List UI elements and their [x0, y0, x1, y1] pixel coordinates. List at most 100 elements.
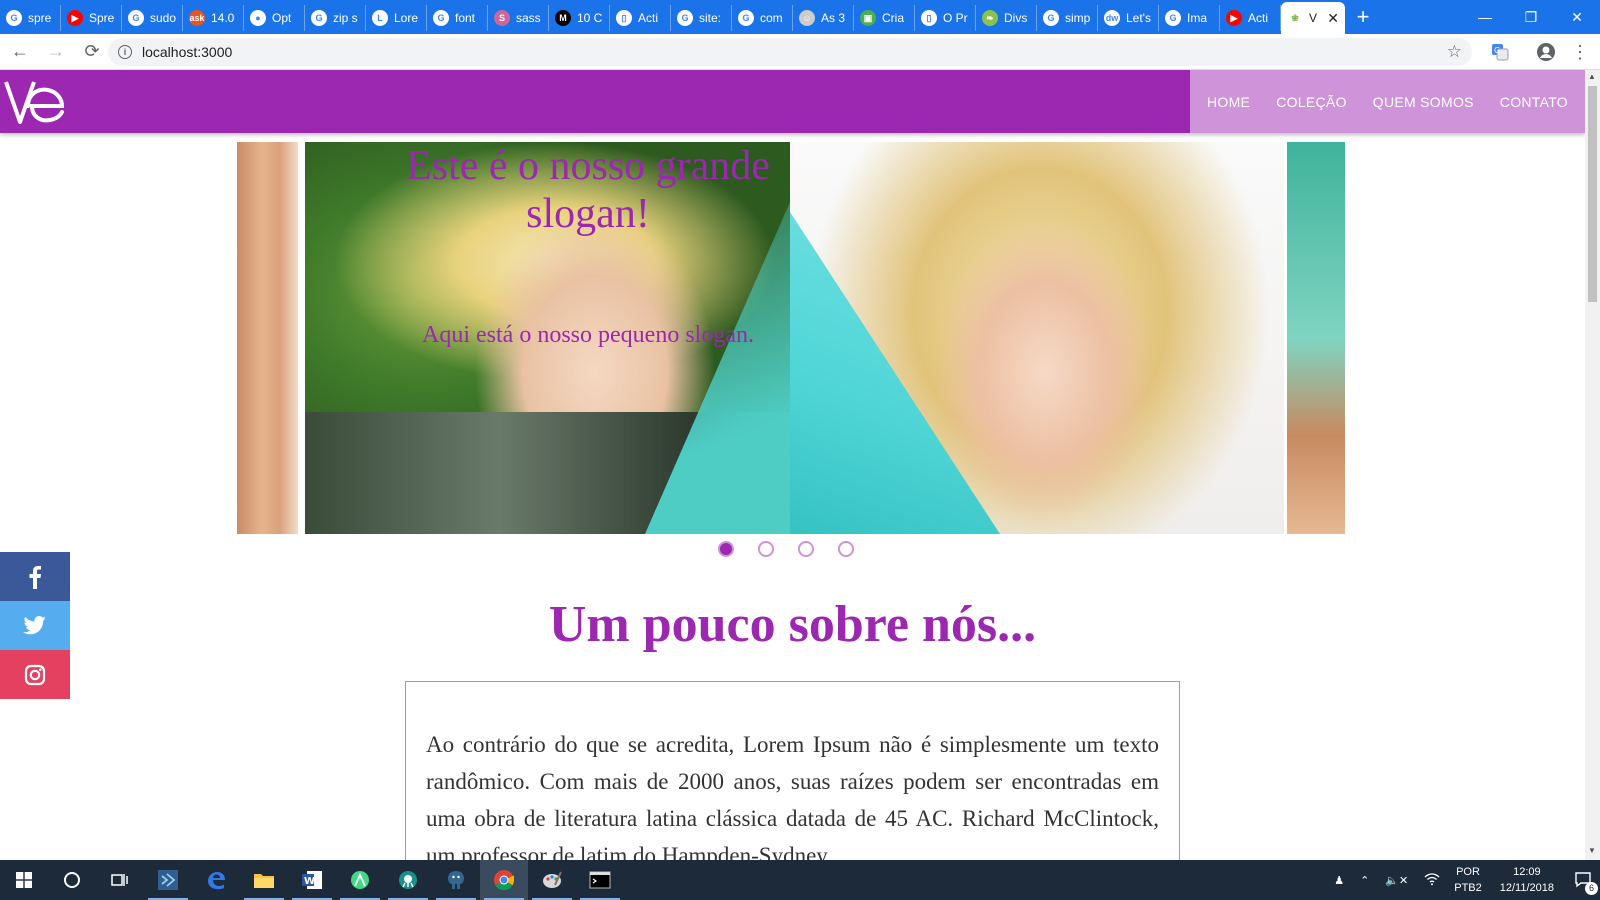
chrome-button[interactable] — [480, 860, 528, 900]
scroll-up-arrow-icon[interactable]: ▲ — [1588, 72, 1596, 81]
menu-icon[interactable]: ⋮ — [1566, 38, 1594, 66]
keyboard-layout: PTB2 — [1454, 882, 1482, 894]
avatar-icon: ☺ — [799, 10, 815, 26]
browser-tab[interactable]: Gfont — [427, 5, 488, 31]
carousel-dot[interactable] — [758, 541, 774, 557]
wifi-icon[interactable] — [1424, 872, 1440, 889]
paint-button[interactable] — [528, 860, 576, 900]
tab-title: Let's — [1126, 11, 1151, 25]
android-studio-button[interactable] — [336, 860, 384, 900]
browser-tab[interactable]: ❧ Divs — [976, 5, 1037, 31]
action-center-button[interactable]: 6 — [1574, 870, 1598, 895]
ve-logo[interactable] — [4, 76, 70, 128]
browser-tab[interactable]: Gsimp — [1037, 5, 1098, 31]
edge-button[interactable] — [192, 860, 240, 900]
browser-tab[interactable]: M 10 C — [549, 5, 610, 31]
nav-contato-link[interactable]: CONTATO — [1500, 94, 1568, 110]
close-tab-icon[interactable]: ✕ — [1327, 10, 1339, 27]
browser-tab[interactable]: L Lore — [366, 5, 427, 31]
browser-tab[interactable]: ▶ Spre — [61, 5, 122, 31]
nav-home-link[interactable]: HOME — [1207, 94, 1250, 110]
minimize-button[interactable]: — — [1462, 0, 1508, 34]
bookmark-star-icon[interactable]: ☆ — [1447, 42, 1462, 62]
clock-date: 12/11/2018 — [1499, 882, 1554, 894]
translate-icon[interactable]: G — [1486, 38, 1514, 66]
browser-tab[interactable]: Gcom — [732, 5, 793, 31]
aqua-scarf — [790, 212, 1000, 534]
android-studio-icon — [351, 871, 369, 889]
about-box: Ao contrário do que se acredita, Lorem I… — [405, 681, 1180, 860]
back-button[interactable]: ← — [4, 36, 36, 68]
browser-tab[interactable]: G Ima — [1159, 5, 1220, 31]
browser-tab[interactable]: Gspre — [0, 5, 61, 31]
sass-icon: S — [494, 10, 510, 26]
terminal-button[interactable] — [576, 860, 624, 900]
start-button[interactable] — [0, 860, 48, 900]
page-scrollbar[interactable]: ▲ ▼ — [1585, 70, 1600, 860]
windows-icon — [16, 872, 32, 888]
file-explorer-button[interactable] — [240, 860, 288, 900]
tab-title: 14.0 — [211, 11, 235, 25]
tab-title: zip s — [333, 11, 358, 25]
tab-title: Divs — [1004, 11, 1028, 25]
language-indicator[interactable]: POR PTB2 — [1454, 864, 1482, 896]
google-icon: G — [6, 10, 22, 26]
askubuntu-icon: ask — [189, 10, 205, 26]
nav-quem-somos-link[interactable]: QUEM SOMOS — [1373, 94, 1474, 110]
browser-tab[interactable]: Gsite: — [671, 5, 732, 31]
tray-chevron-icon[interactable]: ⌃ — [1360, 874, 1369, 887]
browser-tab[interactable]: ● Opt — [244, 5, 305, 31]
facebook-button[interactable] — [0, 552, 70, 601]
browser-tab-active[interactable]: ❀ V ✕ — [1281, 2, 1345, 34]
carousel-next-slide[interactable] — [1287, 142, 1345, 534]
google-icon: G — [677, 10, 693, 26]
site-header: HOME COLEÇÃO QUEM SOMOS CONTATO — [0, 70, 1585, 133]
tab-title: sass — [516, 11, 541, 25]
tab-title: Cria — [882, 11, 905, 25]
language-code: POR — [1456, 866, 1480, 878]
clock[interactable]: 12:09 12/11/2018 — [1500, 864, 1554, 896]
carousel-dot[interactable] — [798, 541, 814, 557]
google-icon: G — [128, 10, 144, 26]
maximize-button[interactable]: ❐ — [1508, 0, 1554, 34]
info-icon[interactable]: i — [118, 45, 132, 59]
browser-tab[interactable]: ▣ Cria — [854, 5, 915, 31]
address-bar[interactable]: i localhost:3000 ☆ — [108, 38, 1472, 66]
forward-button[interactable]: → — [40, 36, 72, 68]
people-icon[interactable]: ♟ — [1334, 874, 1344, 887]
word-icon: W — [302, 871, 322, 889]
carousel-dots — [718, 541, 854, 557]
tab-title: sudo — [150, 11, 176, 25]
browser-tab[interactable]: ask 14.0 — [183, 5, 244, 31]
clock-time: 12:09 — [1513, 866, 1541, 878]
carousel-prev-slide[interactable] — [237, 142, 298, 534]
medium-icon: M — [555, 10, 571, 26]
task-view-button[interactable] — [96, 860, 144, 900]
gitkraken-button[interactable] — [384, 860, 432, 900]
cortana-button[interactable] — [48, 860, 96, 900]
visual-studio-button[interactable] — [144, 860, 192, 900]
browser-tab[interactable]: Gsudo — [122, 5, 183, 31]
scroll-down-arrow-icon[interactable]: ▼ — [1588, 846, 1596, 855]
scrollbar-thumb[interactable] — [1588, 86, 1597, 302]
nav-colecao-link[interactable]: COLEÇÃO — [1276, 94, 1347, 110]
new-tab-button[interactable]: + — [1345, 4, 1381, 30]
svg-text:G: G — [1494, 46, 1500, 55]
postgresql-button[interactable] — [432, 860, 480, 900]
browser-tab[interactable]: ▯ Acti — [610, 5, 671, 31]
close-window-button[interactable]: ✕ — [1554, 0, 1600, 34]
reload-button[interactable]: ⟳ — [76, 36, 108, 68]
browser-tab[interactable]: dw Let's — [1098, 5, 1159, 31]
browser-tab[interactable]: ☺ As 3 — [793, 5, 854, 31]
browser-tab[interactable]: Gzip s — [305, 5, 366, 31]
browser-tab[interactable]: ▯ O Pr — [915, 5, 976, 31]
instagram-button[interactable] — [0, 650, 70, 699]
word-button[interactable]: W — [288, 860, 336, 900]
tab-title: Acti — [638, 11, 659, 25]
carousel-dot[interactable] — [718, 541, 734, 557]
volume-muted-icon[interactable]: 🔈✕ — [1385, 874, 1408, 887]
browser-tab[interactable]: Ssass — [488, 5, 549, 31]
browser-tab[interactable]: ▶ Acti — [1220, 5, 1281, 31]
profile-icon[interactable] — [1532, 38, 1560, 66]
carousel-dot[interactable] — [838, 541, 854, 557]
